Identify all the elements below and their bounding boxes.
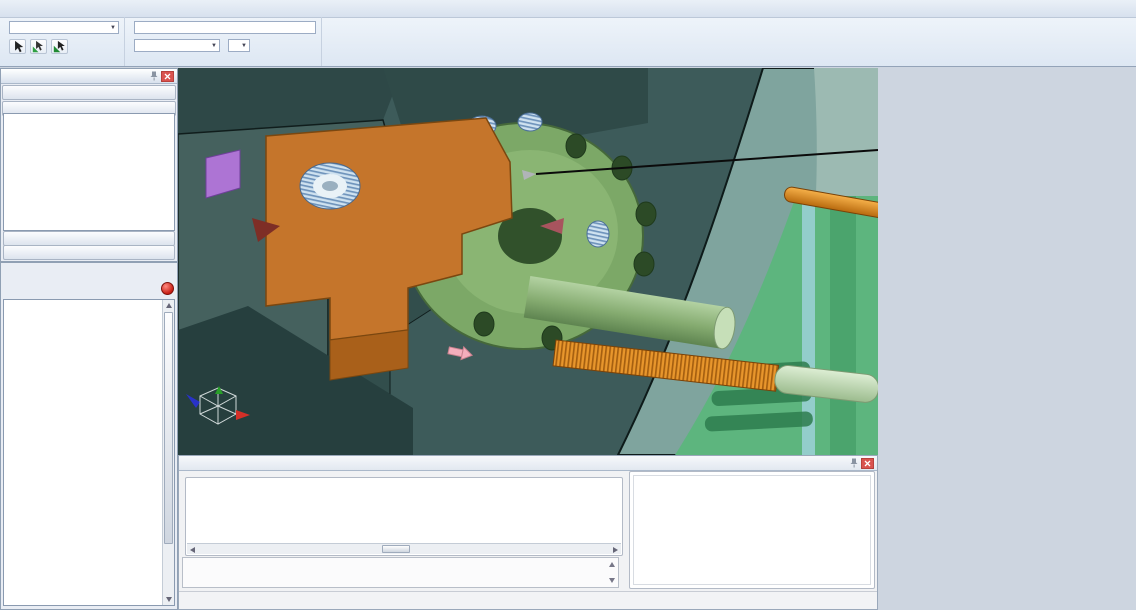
select-cursor-button[interactable] xyxy=(9,39,26,54)
ribbon-group-entities: ▼ xyxy=(0,17,125,66)
measurements-group xyxy=(185,477,623,556)
machine-tree-box xyxy=(3,299,175,606)
measurement-name-row xyxy=(130,21,316,34)
measurements-panel xyxy=(178,455,878,610)
machine-panel-title xyxy=(1,263,177,278)
sidebar-section-output[interactable] xyxy=(3,245,175,260)
ribbon: ▼ ▼ ▼ xyxy=(0,0,1136,67)
measurement-info-box xyxy=(182,557,619,588)
select-poly-cursor-button[interactable] xyxy=(51,39,68,54)
channel-dropdown[interactable]: ▼ xyxy=(228,39,250,52)
ribbon-tabs xyxy=(0,0,1136,18)
chevron-down-icon: ▼ xyxy=(211,43,217,49)
ribbon-body: ▼ ▼ ▼ xyxy=(0,17,1136,66)
sidebar-section-jobs[interactable] xyxy=(2,85,176,100)
ribbon-group-measurement: ▼ ▼ xyxy=(125,17,322,66)
measurements-hscrollbar[interactable] xyxy=(187,543,621,554)
entities-list[interactable] xyxy=(633,475,871,585)
select-box-cursor-button[interactable] xyxy=(30,39,47,54)
chevron-down-icon: ▼ xyxy=(241,43,247,49)
measurements-panel-titlebar xyxy=(179,456,877,471)
type-dropdown[interactable]: ▼ xyxy=(9,21,119,34)
machined-part-render xyxy=(178,68,878,455)
machine-panel xyxy=(0,262,178,610)
viewport-3d-scene[interactable] xyxy=(178,68,878,455)
resources-tree xyxy=(3,113,175,231)
close-icon[interactable] xyxy=(161,71,174,82)
measurements-list xyxy=(189,482,619,543)
sidebar-section-functions[interactable] xyxy=(3,231,175,246)
resources-panel-titlebar xyxy=(1,69,177,84)
machine-toolbar xyxy=(1,278,177,299)
pin-icon[interactable] xyxy=(850,458,858,468)
chevron-down-icon: ▼ xyxy=(110,25,116,31)
machine-tree-scrollbar[interactable] xyxy=(162,300,174,605)
bottom-tab-bar xyxy=(179,591,877,609)
axis-triad-icon xyxy=(186,384,252,430)
entities-type-row: ▼ xyxy=(5,21,119,34)
measurement-name-input[interactable] xyxy=(134,21,316,34)
record-icon[interactable] xyxy=(161,282,174,295)
close-icon[interactable] xyxy=(861,458,874,469)
frame-dropdown[interactable]: ▼ xyxy=(134,39,220,52)
measurement-frame-row: ▼ ▼ xyxy=(130,39,316,52)
pin-icon[interactable] xyxy=(150,71,158,81)
entities-selection-row xyxy=(5,39,119,54)
resources-panel xyxy=(0,68,178,262)
entities-group xyxy=(629,471,875,589)
